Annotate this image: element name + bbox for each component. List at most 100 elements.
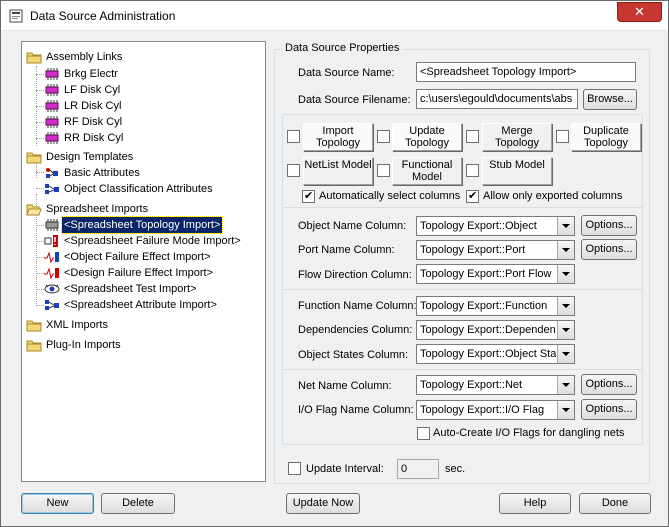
netlist-model-toggle[interactable]: NetList Model [303, 157, 373, 185]
tree-item-label: Assembly Links [46, 51, 123, 63]
tree-connector [36, 273, 44, 274]
tree-connector [36, 90, 44, 91]
chip-icon [45, 68, 59, 80]
tree-item-label: Basic Attributes [64, 167, 140, 179]
failure-mode-icon [44, 235, 58, 247]
object-states-column-select[interactable]: Topology Export::Object Stat [416, 344, 575, 364]
tree-item-label: RR Disk Cyl [64, 132, 124, 144]
chip-icon [45, 84, 59, 96]
io-flag-column-label: I/O Flag Name Column: [298, 404, 414, 416]
import-topology-toggle[interactable]: Import Topology [303, 123, 373, 151]
data-source-filename-label: Data Source Filename: [298, 94, 411, 106]
chevron-down-icon[interactable] [557, 376, 574, 394]
net-name-column-select[interactable]: Topology Export::Net [416, 375, 575, 395]
tree-connector [36, 241, 44, 242]
functional-model-checkbox[interactable] [377, 164, 390, 177]
flow-direction-column-value: Topology Export::Port Flow [420, 268, 552, 280]
import-topology-checkbox[interactable] [287, 130, 300, 143]
chevron-down-icon[interactable] [557, 345, 574, 363]
chevron-down-icon[interactable] [557, 321, 574, 339]
function-name-column-label: Function Name Column: [298, 300, 417, 312]
dependencies-column-select[interactable]: Topology Export::Dependenc [416, 320, 575, 340]
chevron-down-icon[interactable] [557, 241, 574, 259]
topology-icon [45, 219, 59, 231]
chevron-down-icon[interactable] [557, 401, 574, 419]
tree-connector [36, 138, 44, 139]
chevron-down-icon[interactable] [557, 265, 574, 283]
close-button[interactable]: ✕ [617, 2, 662, 22]
update-interval-checkbox[interactable] [288, 462, 301, 475]
browse-button[interactable]: Browse... [583, 89, 637, 110]
io-flag-options-button[interactable]: Options... [581, 399, 637, 420]
port-name-options-button[interactable]: Options... [581, 239, 637, 260]
update-interval-input[interactable]: 0 [397, 459, 439, 479]
io-flag-column-select[interactable]: Topology Export::I/O Flag [416, 400, 575, 420]
net-name-options-button[interactable]: Options... [581, 374, 637, 395]
dependencies-column-value: Topology Export::Dependenc [420, 324, 556, 336]
duplicate-topology-checkbox[interactable] [556, 130, 569, 143]
function-name-column-select[interactable]: Topology Export::Function [416, 296, 575, 316]
tree-item-label: LF Disk Cyl [64, 84, 121, 96]
help-button[interactable]: Help [499, 493, 571, 514]
netlist-model-checkbox[interactable] [287, 164, 300, 177]
window-title: Data Source Administration [30, 9, 176, 23]
tree-item-label: Design Templates [46, 151, 134, 163]
object-name-column-label: Object Name Column: [298, 220, 407, 232]
chevron-down-icon[interactable] [557, 297, 574, 315]
duplicate-topology-toggle[interactable]: Duplicate Topology [571, 123, 641, 151]
close-icon: ✕ [634, 4, 645, 19]
tree-item-label: <Spreadsheet Topology Import> [60, 216, 224, 234]
auto-select-columns-checkbox[interactable] [302, 189, 315, 203]
tree-item-label: <Spreadsheet Attribute Import> [64, 299, 217, 311]
tree-connector [36, 289, 44, 290]
auto-create-io-flags-label: Auto-Create I/O Flags for dangling nets [433, 427, 625, 439]
exported-only-label: Allow only exported columns [483, 190, 623, 202]
delete-button[interactable]: Delete [101, 493, 175, 514]
stub-model-checkbox[interactable] [466, 164, 479, 177]
tree-item-label: LR Disk Cyl [64, 100, 122, 112]
tree-item-label: <Object Failure Effect Import> [64, 251, 211, 263]
folder-open-icon [26, 204, 42, 216]
auto-create-io-flags-checkbox[interactable] [417, 427, 430, 440]
tree-item-label: Brkg Electr [64, 68, 118, 80]
chip-icon [45, 116, 59, 128]
tree-connector [36, 305, 44, 306]
folder-icon [26, 152, 42, 164]
object-name-options-button[interactable]: Options... [581, 215, 637, 236]
tree-connector [36, 122, 44, 123]
object-states-column-value: Topology Export::Object Stat [420, 348, 556, 360]
merge-topology-checkbox[interactable] [466, 130, 479, 143]
object-name-column-value: Topology Export::Object [420, 220, 537, 232]
data-source-name-label: Data Source Name: [298, 67, 395, 79]
functional-model-toggle[interactable]: Functional Model [392, 157, 462, 185]
exported-only-checkbox[interactable] [466, 189, 479, 203]
io-flag-column-value: Topology Export::I/O Flag [420, 404, 545, 416]
dependencies-column-label: Dependencies Column: [298, 324, 413, 336]
data-source-filename-input[interactable]: c:\users\egould\documents\abs [416, 89, 578, 109]
merge-topology-toggle[interactable]: Merge Topology [482, 123, 552, 151]
chip-icon [45, 132, 59, 144]
auto-select-columns-label: Automatically select columns [319, 190, 461, 202]
update-now-button[interactable]: Update Now [286, 493, 360, 514]
tree-connector [36, 257, 44, 258]
tree-item-label: XML Imports [46, 319, 108, 331]
update-topology-toggle[interactable]: Update Topology [392, 123, 462, 151]
stub-model-toggle[interactable]: Stub Model [482, 157, 552, 185]
done-button[interactable]: Done [579, 493, 651, 514]
failure-effect-icon [44, 267, 59, 280]
data-source-name-input[interactable]: <Spreadsheet Topology Import> [416, 62, 636, 82]
tree-item-label: <Spreadsheet Test Import> [64, 283, 197, 295]
object-name-column-select[interactable]: Topology Export::Object [416, 216, 575, 236]
tree-connector [36, 106, 44, 107]
new-button[interactable]: New [21, 493, 94, 514]
data-source-tree[interactable]: Assembly Links Brkg Electr LF Disk Cyl L… [21, 41, 266, 482]
chevron-down-icon[interactable] [557, 217, 574, 235]
update-topology-checkbox[interactable] [377, 130, 390, 143]
object-states-column-label: Object States Column: [298, 349, 409, 361]
port-name-column-select[interactable]: Topology Export::Port [416, 240, 575, 260]
section-divider [283, 289, 642, 290]
tree-item-label: <Design Failure Effect Import> [64, 267, 213, 279]
flow-direction-column-select[interactable]: Topology Export::Port Flow [416, 264, 575, 284]
folder-icon [26, 320, 42, 332]
tree-item-label: <Spreadsheet Failure Mode Import> [64, 235, 241, 247]
